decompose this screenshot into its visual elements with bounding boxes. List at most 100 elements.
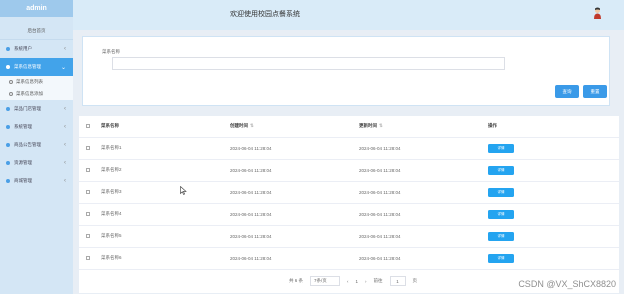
detail-button[interactable]: 详情 [488, 187, 514, 197]
cell-name: 菜系名称3 [101, 181, 230, 204]
cell-name: 菜系名称2 [101, 159, 230, 182]
sidebar-item-notice[interactable]: 商品公告管理 ‹ [0, 136, 73, 154]
query-button[interactable]: 查询 [555, 85, 579, 98]
cell-updated: 2024-06-04 11:28:04 [359, 159, 488, 182]
chevron-left-icon: ‹ [64, 178, 66, 184]
column-header-created[interactable]: 创建时间 ⇅ [230, 116, 359, 138]
sidebar-item-label: 菜系信息管理 [14, 64, 41, 69]
row-checkbox[interactable] [86, 167, 90, 172]
submenu-label: 菜系信息列表 [16, 79, 43, 84]
search-panel: 菜系名称 查询 重置 [82, 36, 610, 106]
cell-updated: 2024-06-04 11:28:04 [359, 181, 488, 204]
sidebar-item-resource[interactable]: 资源管理 ‹ [0, 154, 73, 172]
brand-logo: admin [0, 0, 73, 17]
chevron-left-icon: ‹ [64, 142, 66, 148]
menu-dot-icon [6, 125, 10, 129]
chevron-down-icon: ⌄ [60, 64, 66, 71]
sidebar-item-system[interactable]: 系统管理 ‹ [0, 118, 73, 136]
table-row: 菜系名称5 2024-06-04 11:28:04 2024-06-04 11:… [79, 225, 619, 248]
cuisine-name-input[interactable] [112, 57, 505, 70]
cell-created: 2024-06-04 11:28:04 [230, 159, 359, 182]
cell-created: 2024-06-04 11:28:04 [230, 181, 359, 204]
sort-icon: ⇅ [379, 123, 383, 129]
cursor-icon [180, 186, 187, 195]
cell-updated: 2024-06-04 11:28:04 [359, 137, 488, 160]
sidebar-item-mall[interactable]: 商城管理 ‹ [0, 172, 73, 190]
goto-prefix: 前往 [373, 278, 383, 283]
goto-page-input[interactable]: 1 [389, 276, 406, 286]
table-header-row: 菜系名称 创建时间 ⇅ 更新时间 ⇅ 操作 [79, 116, 619, 138]
submenu-item-list[interactable]: 菜系信息列表 [0, 76, 73, 88]
sidebar-item-label: 资源管理 [14, 160, 32, 165]
avatar[interactable] [593, 7, 602, 19]
cell-created: 2024-06-04 11:28:04 [230, 203, 359, 226]
row-checkbox[interactable] [86, 255, 90, 260]
sidebar-item-label: 商城管理 [14, 178, 32, 183]
cell-name: 菜系名称4 [101, 203, 230, 226]
table-row: 菜系名称1 2024-06-04 11:28:04 2024-06-04 11:… [79, 137, 619, 160]
sidebar-item-store[interactable]: 菜品门店管理 ‹ [0, 100, 73, 118]
cell-created: 2024-06-04 11:28:04 [230, 137, 359, 160]
sidebar: admin 后台首页 系统用户 ‹ 菜系信息管理 ⌄ 菜系信息列表 菜系信息添加… [0, 0, 73, 294]
detail-button[interactable]: 详情 [488, 143, 514, 153]
chevron-left-icon: ‹ [64, 160, 66, 166]
circle-icon [9, 92, 13, 96]
reset-button[interactable]: 重置 [583, 85, 607, 98]
detail-button[interactable]: 详情 [488, 231, 514, 241]
page-number-current[interactable]: 1 [356, 279, 359, 284]
detail-button[interactable]: 详情 [488, 253, 514, 263]
row-checkbox[interactable] [86, 211, 90, 216]
prev-page-button[interactable]: ‹ [347, 279, 349, 284]
data-table: 菜系名称 创建时间 ⇅ 更新时间 ⇅ 操作 菜系名称1 2024-06-04 11:… [79, 116, 619, 293]
table-row: 菜系名称2 2024-06-04 11:28:04 2024-06-04 11:… [79, 159, 619, 182]
chevron-left-icon: ‹ [64, 46, 66, 52]
row-checkbox[interactable] [86, 189, 90, 194]
sidebar-item-cuisine[interactable]: 菜系信息管理 ⌄ [0, 58, 73, 76]
menu-dot-icon [6, 107, 10, 111]
column-header-updated[interactable]: 更新时间 ⇅ [359, 116, 488, 138]
goto-suffix: 页 [412, 278, 418, 283]
page-size-select[interactable]: 7条/页 [310, 276, 341, 286]
search-label: 菜系名称 [102, 49, 120, 54]
next-page-button[interactable]: › [365, 279, 367, 284]
menu-dot-icon [6, 179, 10, 183]
cell-created: 2024-06-04 11:28:04 [230, 247, 359, 270]
cell-name: 菜系名称1 [101, 137, 230, 160]
column-header-name: 菜系名称 [101, 116, 230, 138]
page-title: 欢迎使用校园点餐系统 [230, 11, 300, 18]
table-row: 菜系名称4 2024-06-04 11:28:04 2024-06-04 11:… [79, 203, 619, 226]
sidebar-item-label: 系统用户 [14, 46, 32, 51]
sort-icon: ⇅ [250, 123, 254, 129]
chevron-left-icon: ‹ [64, 106, 66, 112]
table-row: 菜系名称6 2024-06-04 11:28:04 2024-06-04 11:… [79, 247, 619, 270]
submenu-item-add[interactable]: 菜系信息添加 [0, 88, 73, 100]
cell-name: 菜系名称5 [101, 225, 230, 248]
pagination-total: 共 6 条 [289, 278, 304, 283]
top-header: 欢迎使用校园点餐系统 [73, 0, 624, 30]
pagination: 共 6 条 7条/页 ‹ 1 › 前往 1 页 [289, 276, 417, 286]
menu-dot-icon [6, 161, 10, 165]
sidebar-item-label: 系统管理 [14, 124, 32, 129]
cell-updated: 2024-06-04 11:28:04 [359, 247, 488, 270]
sidebar-item-label: 菜品门店管理 [14, 106, 41, 111]
menu-dot-icon [6, 47, 10, 51]
menu-dot-icon [6, 143, 10, 147]
circle-icon [9, 80, 13, 84]
sidebar-item-users[interactable]: 系统用户 ‹ [0, 40, 73, 58]
cell-updated: 2024-06-04 11:28:04 [359, 225, 488, 248]
menu-dot-icon [6, 65, 10, 69]
sidebar-item-home[interactable]: 后台首页 [0, 23, 73, 40]
row-checkbox[interactable] [86, 233, 90, 238]
row-checkbox[interactable] [86, 145, 90, 150]
submenu-label: 菜系信息添加 [16, 91, 43, 96]
select-all-checkbox[interactable] [86, 123, 90, 128]
submenu: 菜系信息列表 菜系信息添加 [0, 76, 73, 100]
detail-button[interactable]: 详情 [488, 209, 514, 219]
detail-button[interactable]: 详情 [488, 165, 514, 175]
cell-name: 菜系名称6 [101, 247, 230, 270]
cell-updated: 2024-06-04 11:28:04 [359, 203, 488, 226]
chevron-left-icon: ‹ [64, 124, 66, 130]
column-header-actions: 操作 [488, 116, 619, 138]
sidebar-item-label: 商品公告管理 [14, 142, 41, 147]
cell-created: 2024-06-04 11:28:04 [230, 225, 359, 248]
